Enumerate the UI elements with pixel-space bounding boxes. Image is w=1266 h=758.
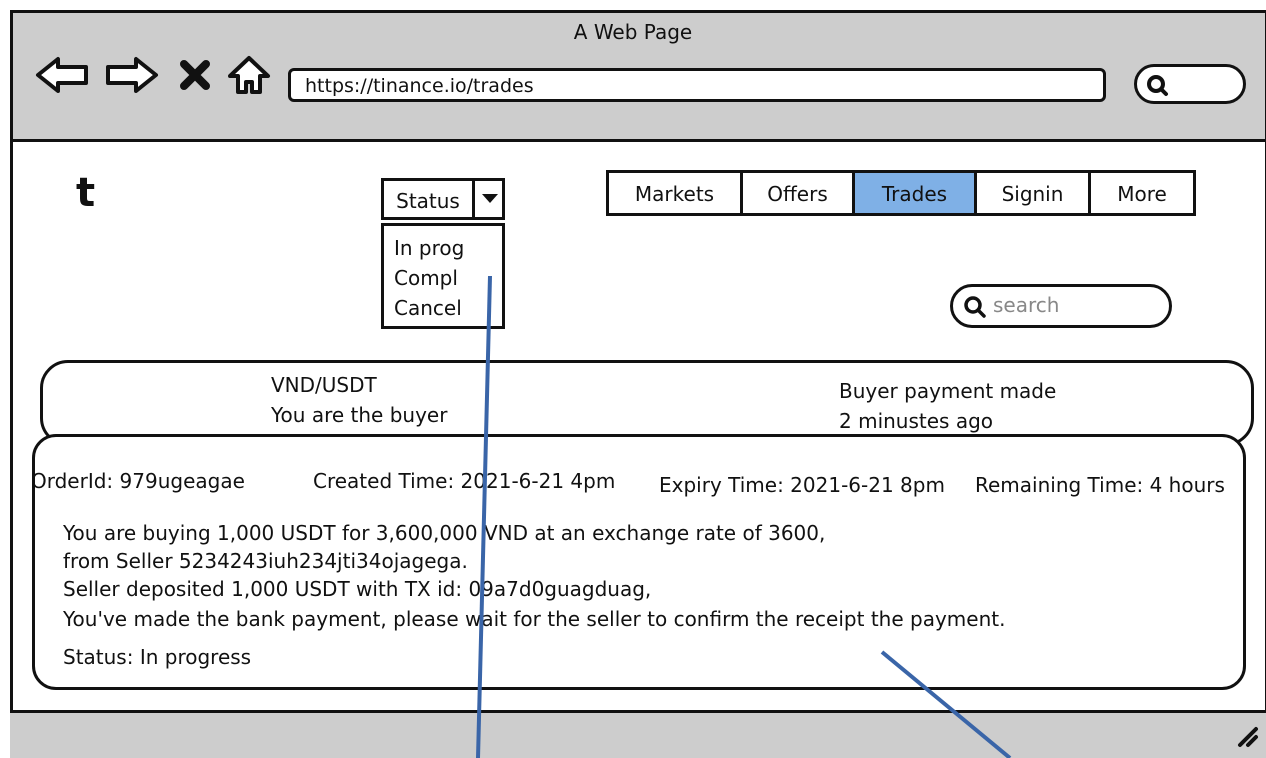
remaining-time: Remaining Time: 4 hours [975, 473, 1225, 497]
detail-line: You've made the bank payment, please wai… [63, 607, 1006, 631]
tab-more[interactable]: More [1091, 173, 1193, 213]
status-dropdown[interactable]: Status [381, 178, 505, 220]
search-icon [1145, 73, 1169, 101]
trade-role: You are the buyer [271, 403, 448, 427]
expiry-time: Expiry Time: 2021-6-21 8pm [659, 473, 945, 497]
detail-line: from Seller 5234243iuh234jti34ojagega. [63, 549, 468, 573]
resize-grip-icon[interactable] [1236, 725, 1260, 753]
forward-arrow-icon[interactable] [104, 55, 160, 95]
created-time: Created Time: 2021-6-21 4pm [313, 469, 616, 493]
site-logo[interactable]: t [76, 170, 95, 216]
menu-item-in-progress[interactable]: In prog [394, 236, 464, 260]
detail-line: You are buying 1,000 USDT for 3,600,000 … [63, 521, 826, 545]
tab-markets[interactable]: Markets [609, 173, 743, 213]
tab-trades[interactable]: Trades [855, 173, 977, 213]
window-title: A Web Page [573, 20, 693, 44]
search-placeholder: search [993, 293, 1060, 317]
address-bar[interactable]: https://tinance.io/trades [288, 68, 1106, 102]
main-nav: Markets Offers Trades Signin More [606, 170, 1196, 216]
tab-offers[interactable]: Offers [743, 173, 855, 213]
order-id: OrderId: 979ugeagae [31, 469, 245, 493]
trade-pair: VND/USDT [271, 373, 377, 397]
trade-event-time: 2 minustes ago [839, 409, 994, 433]
search-icon [963, 295, 987, 323]
tab-signin[interactable]: Signin [977, 173, 1091, 213]
menu-item-completed[interactable]: Compl [394, 266, 458, 290]
chevron-down-icon[interactable] [472, 178, 505, 220]
stop-icon[interactable] [178, 58, 212, 92]
home-icon[interactable] [226, 54, 272, 96]
browser-status-bar [10, 710, 1266, 758]
status-dropdown-label: Status [396, 189, 460, 213]
search-input[interactable]: search [950, 284, 1172, 328]
detail-line: Seller deposited 1,000 USDT with TX id: … [63, 577, 652, 601]
status-dropdown-menu: In prog Compl Cancel [381, 223, 505, 329]
browser-search-button[interactable] [1134, 64, 1246, 104]
trade-status: Status: In progress [63, 645, 252, 669]
trade-event: Buyer payment made [839, 379, 1057, 403]
back-arrow-icon[interactable] [34, 55, 90, 95]
menu-item-cancelled[interactable]: Cancel [394, 296, 462, 320]
trade-detail-card: OrderId: 979ugeagae Created Time: 2021-6… [31, 434, 1246, 690]
